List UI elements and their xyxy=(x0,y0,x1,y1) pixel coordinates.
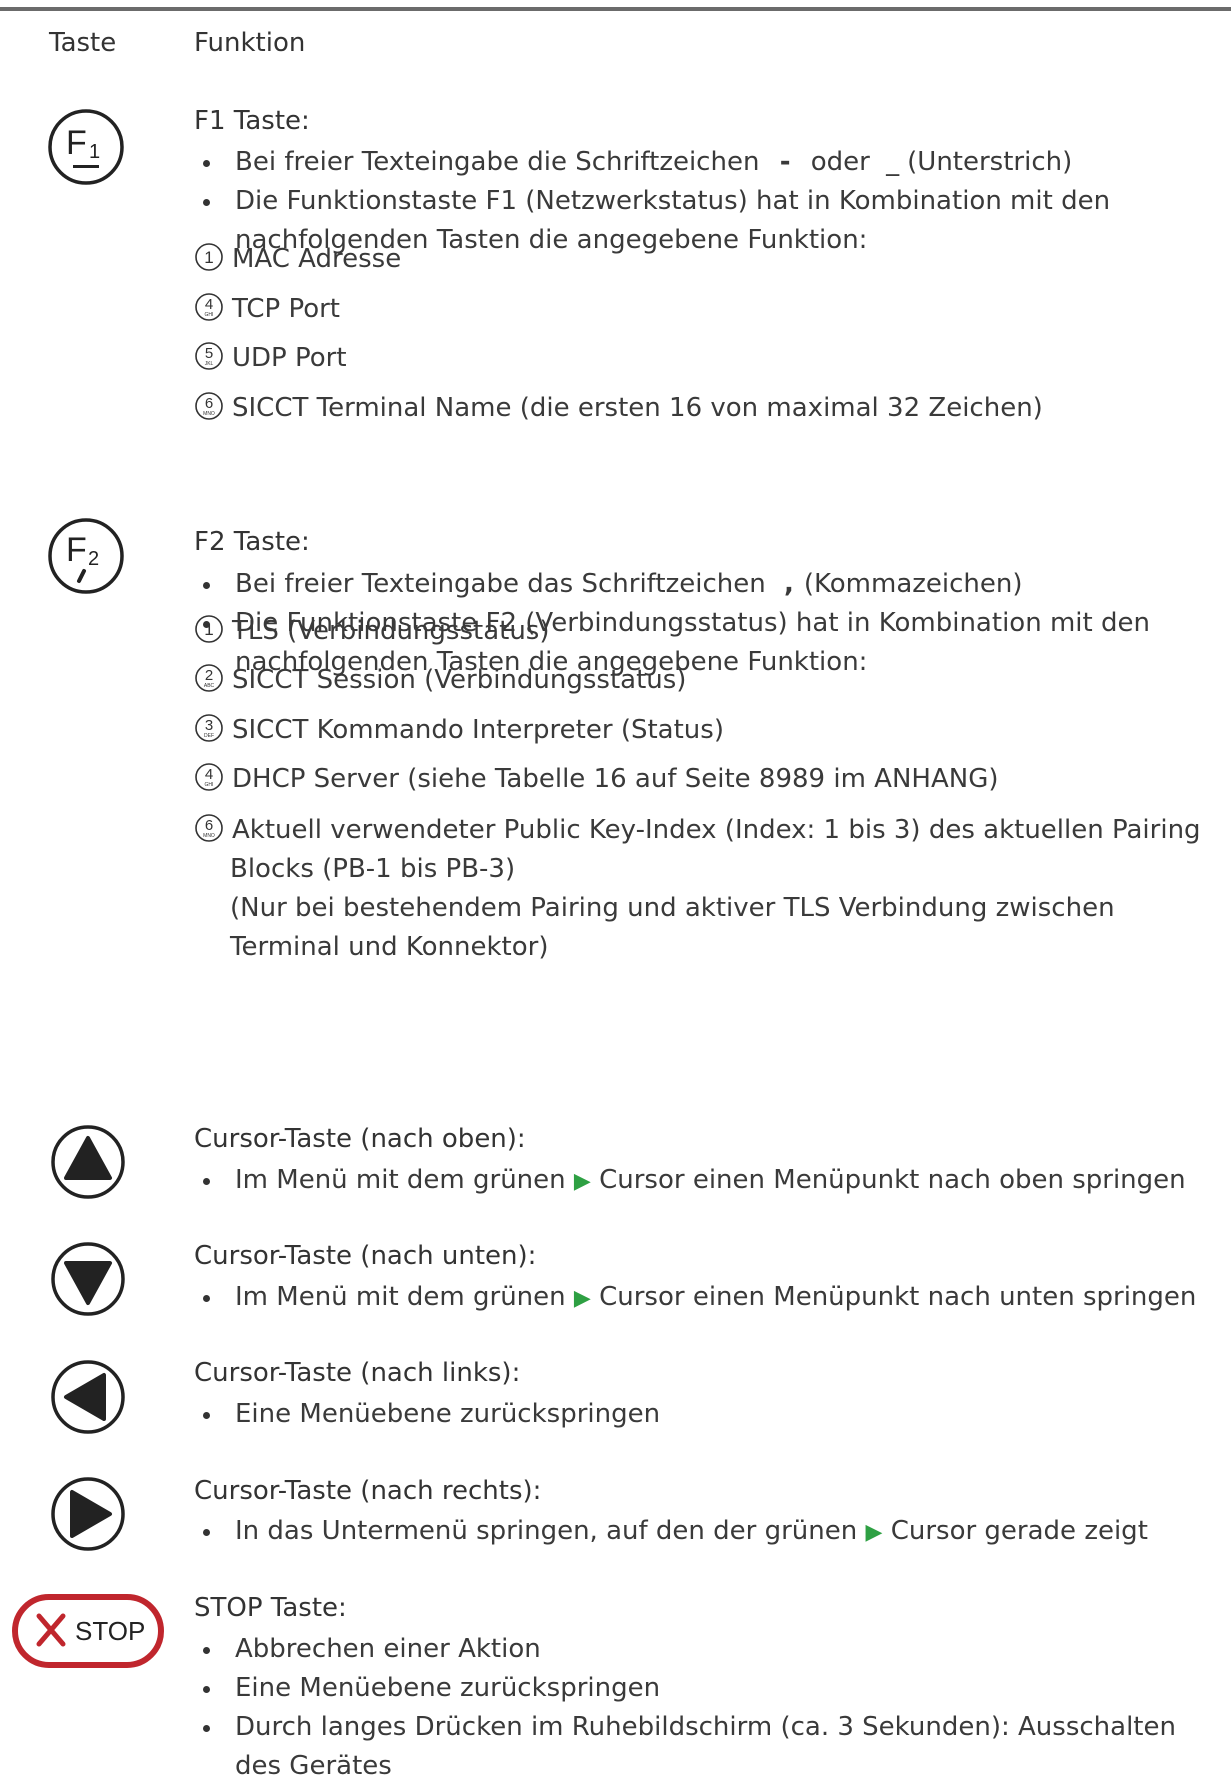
cursor-right-key-icon xyxy=(51,1477,125,1551)
f1-key-combo-text: SICCT Terminal Name (die ersten 16 von m… xyxy=(232,393,1043,423)
f1-key-combo-text: TCP Port xyxy=(232,294,340,324)
cursor-right-bullet: In das Untermenü springen, auf den der g… xyxy=(194,1512,1224,1552)
svg-text:2: 2 xyxy=(88,548,99,570)
cursor-down-key-icon xyxy=(51,1242,125,1316)
top-rule xyxy=(0,7,1231,11)
stop-key-icon: STOP xyxy=(12,1594,164,1668)
svg-text:6: 6 xyxy=(205,817,213,834)
svg-text:2: 2 xyxy=(205,667,213,684)
f2-title: F2 Taste: xyxy=(194,527,310,557)
f2-key-icon: F 2 xyxy=(48,518,124,594)
f2-key-combo-text-continued: (Nur bei bestehendem Pairing und aktiver… xyxy=(230,893,1115,923)
number-key-1-icon: 1 xyxy=(195,242,223,271)
f2-key-combo-text: Aktuell verwendeter Public Key-Index (In… xyxy=(232,815,1201,845)
f2-key-combo-item: 3 DEF SICCT Kommando Interpreter (Status) xyxy=(194,711,724,750)
svg-text:1: 1 xyxy=(89,141,100,163)
column-header-key: Taste xyxy=(49,28,117,58)
f2-key-combo-text-continued: Terminal und Konnektor) xyxy=(230,932,549,962)
f2-key-combo-text: DHCP Server (siehe Tabelle 16 auf Seite … xyxy=(232,764,999,794)
f1-key-combo-item: 6 MNO SICCT Terminal Name (die ersten 16 v… xyxy=(194,389,1043,428)
f1-key-icon: F 1 xyxy=(48,109,124,185)
cursor-up-bullet: Im Menü mit dem grünen ▶ Cursor einen Me… xyxy=(194,1161,1224,1201)
svg-text:4: 4 xyxy=(205,296,213,313)
cursor-right-bullet-list: In das Untermenü springen, auf den der g… xyxy=(194,1512,1224,1552)
cursor-left-title: Cursor-Taste (nach links): xyxy=(194,1358,521,1388)
svg-text:JKL: JKL xyxy=(205,361,214,367)
stop-bullet-1: Abbrechen einer Aktion xyxy=(194,1630,1224,1669)
f2-key-combo-item: 6 MNO Aktuell verwendeter Public Key-Index… xyxy=(194,811,1231,967)
svg-text:1: 1 xyxy=(204,248,213,267)
f2-key-combo-text: SICCT Session (Verbindungsstatus) xyxy=(232,665,687,695)
green-cursor-icon: ▶ xyxy=(573,1286,591,1311)
cursor-left-bullet: Eine Menüebene zurückspringen xyxy=(194,1395,1224,1434)
cursor-down-bullet: Im Menü mit dem grünen ▶ Cursor einen Me… xyxy=(194,1278,1224,1318)
svg-text:GHI: GHI xyxy=(205,782,214,788)
svg-text:DEF: DEF xyxy=(204,733,214,739)
stop-bullet-3: Durch langes Drücken im Ruhebildschirm (… xyxy=(194,1708,1224,1786)
stop-bullet-list: Abbrechen einer Aktion Eine Menüebene zu… xyxy=(194,1630,1224,1786)
f1-key-combo-item: 4 GHI TCP Port xyxy=(194,290,340,329)
f1-key-combo-item: 5 JKL UDP Port xyxy=(194,339,347,378)
cursor-down-title: Cursor-Taste (nach unten): xyxy=(194,1241,537,1271)
stop-title: STOP Taste: xyxy=(194,1593,347,1623)
number-key-4-icon: 4GHI xyxy=(195,292,223,321)
number-key-1-icon: 1 xyxy=(195,614,223,643)
column-header-function: Funktion xyxy=(194,28,306,58)
svg-text:1: 1 xyxy=(204,620,213,639)
f1-bullet-1: Bei freier Texteingabe die Schriftzeiche… xyxy=(194,143,1224,182)
f1-key-combo-item: 1 MAC Adresse xyxy=(194,240,401,279)
f2-key-combo-item: 1 TLS (Verbindungsstatus) xyxy=(194,612,549,651)
svg-text:5: 5 xyxy=(205,345,213,362)
svg-text:6: 6 xyxy=(205,395,213,412)
f2-bullet-1: Bei freier Texteingabe das Schriftzeiche… xyxy=(194,565,1224,604)
number-key-4-icon: 4GHI xyxy=(195,762,223,791)
green-cursor-icon: ▶ xyxy=(865,1520,883,1545)
cursor-up-bullet-list: Im Menü mit dem grünen ▶ Cursor einen Me… xyxy=(194,1161,1224,1201)
f1-title: F1 Taste: xyxy=(194,106,310,136)
f2-key-combo-text: SICCT Kommando Interpreter (Status) xyxy=(232,715,724,745)
number-key-6-icon: 6MNO xyxy=(195,813,223,842)
number-key-5-icon: 5JKL xyxy=(195,341,223,370)
number-key-2-icon: 2ABC xyxy=(195,663,223,692)
f2-key-combo-text-continued: Blocks (PB-1 bis PB-3) xyxy=(230,854,516,884)
f2-key-combo-text: TLS (Verbindungsstatus) xyxy=(232,616,550,646)
svg-text:F: F xyxy=(66,531,87,569)
stop-key-label: STOP xyxy=(75,1616,145,1646)
svg-text:GHI: GHI xyxy=(205,312,214,318)
cursor-left-bullet-list: Eine Menüebene zurückspringen xyxy=(194,1395,1224,1434)
f2-key-combo-item: 2 ABC SICCT Session (Verbindungsstatus) xyxy=(194,661,686,700)
f2-key-combo-item: 4 GHI DHCP Server (siehe Tabelle 16 auf Se… xyxy=(194,760,998,799)
svg-text:4: 4 xyxy=(205,766,213,783)
number-key-6-icon: 6MNO xyxy=(195,391,223,420)
svg-text:F: F xyxy=(66,124,87,162)
green-cursor-icon: ▶ xyxy=(573,1169,591,1194)
stop-bullet-2: Eine Menüebene zurückspringen xyxy=(194,1669,1224,1708)
svg-text:ABC: ABC xyxy=(204,683,215,689)
svg-text:3: 3 xyxy=(205,717,213,734)
cursor-up-title: Cursor-Taste (nach oben): xyxy=(194,1124,526,1154)
number-key-3-icon: 3DEF xyxy=(195,713,223,742)
cursor-right-title: Cursor-Taste (nach rechts): xyxy=(194,1476,542,1506)
svg-text:MNO: MNO xyxy=(203,833,215,839)
cursor-down-bullet-list: Im Menü mit dem grünen ▶ Cursor einen Me… xyxy=(194,1278,1224,1318)
f1-key-combo-text: MAC Adresse xyxy=(232,244,402,274)
svg-text:MNO: MNO xyxy=(203,411,215,417)
f1-key-combo-text: UDP Port xyxy=(232,343,347,373)
cursor-left-key-icon xyxy=(51,1360,125,1434)
cursor-up-key-icon xyxy=(51,1125,125,1199)
